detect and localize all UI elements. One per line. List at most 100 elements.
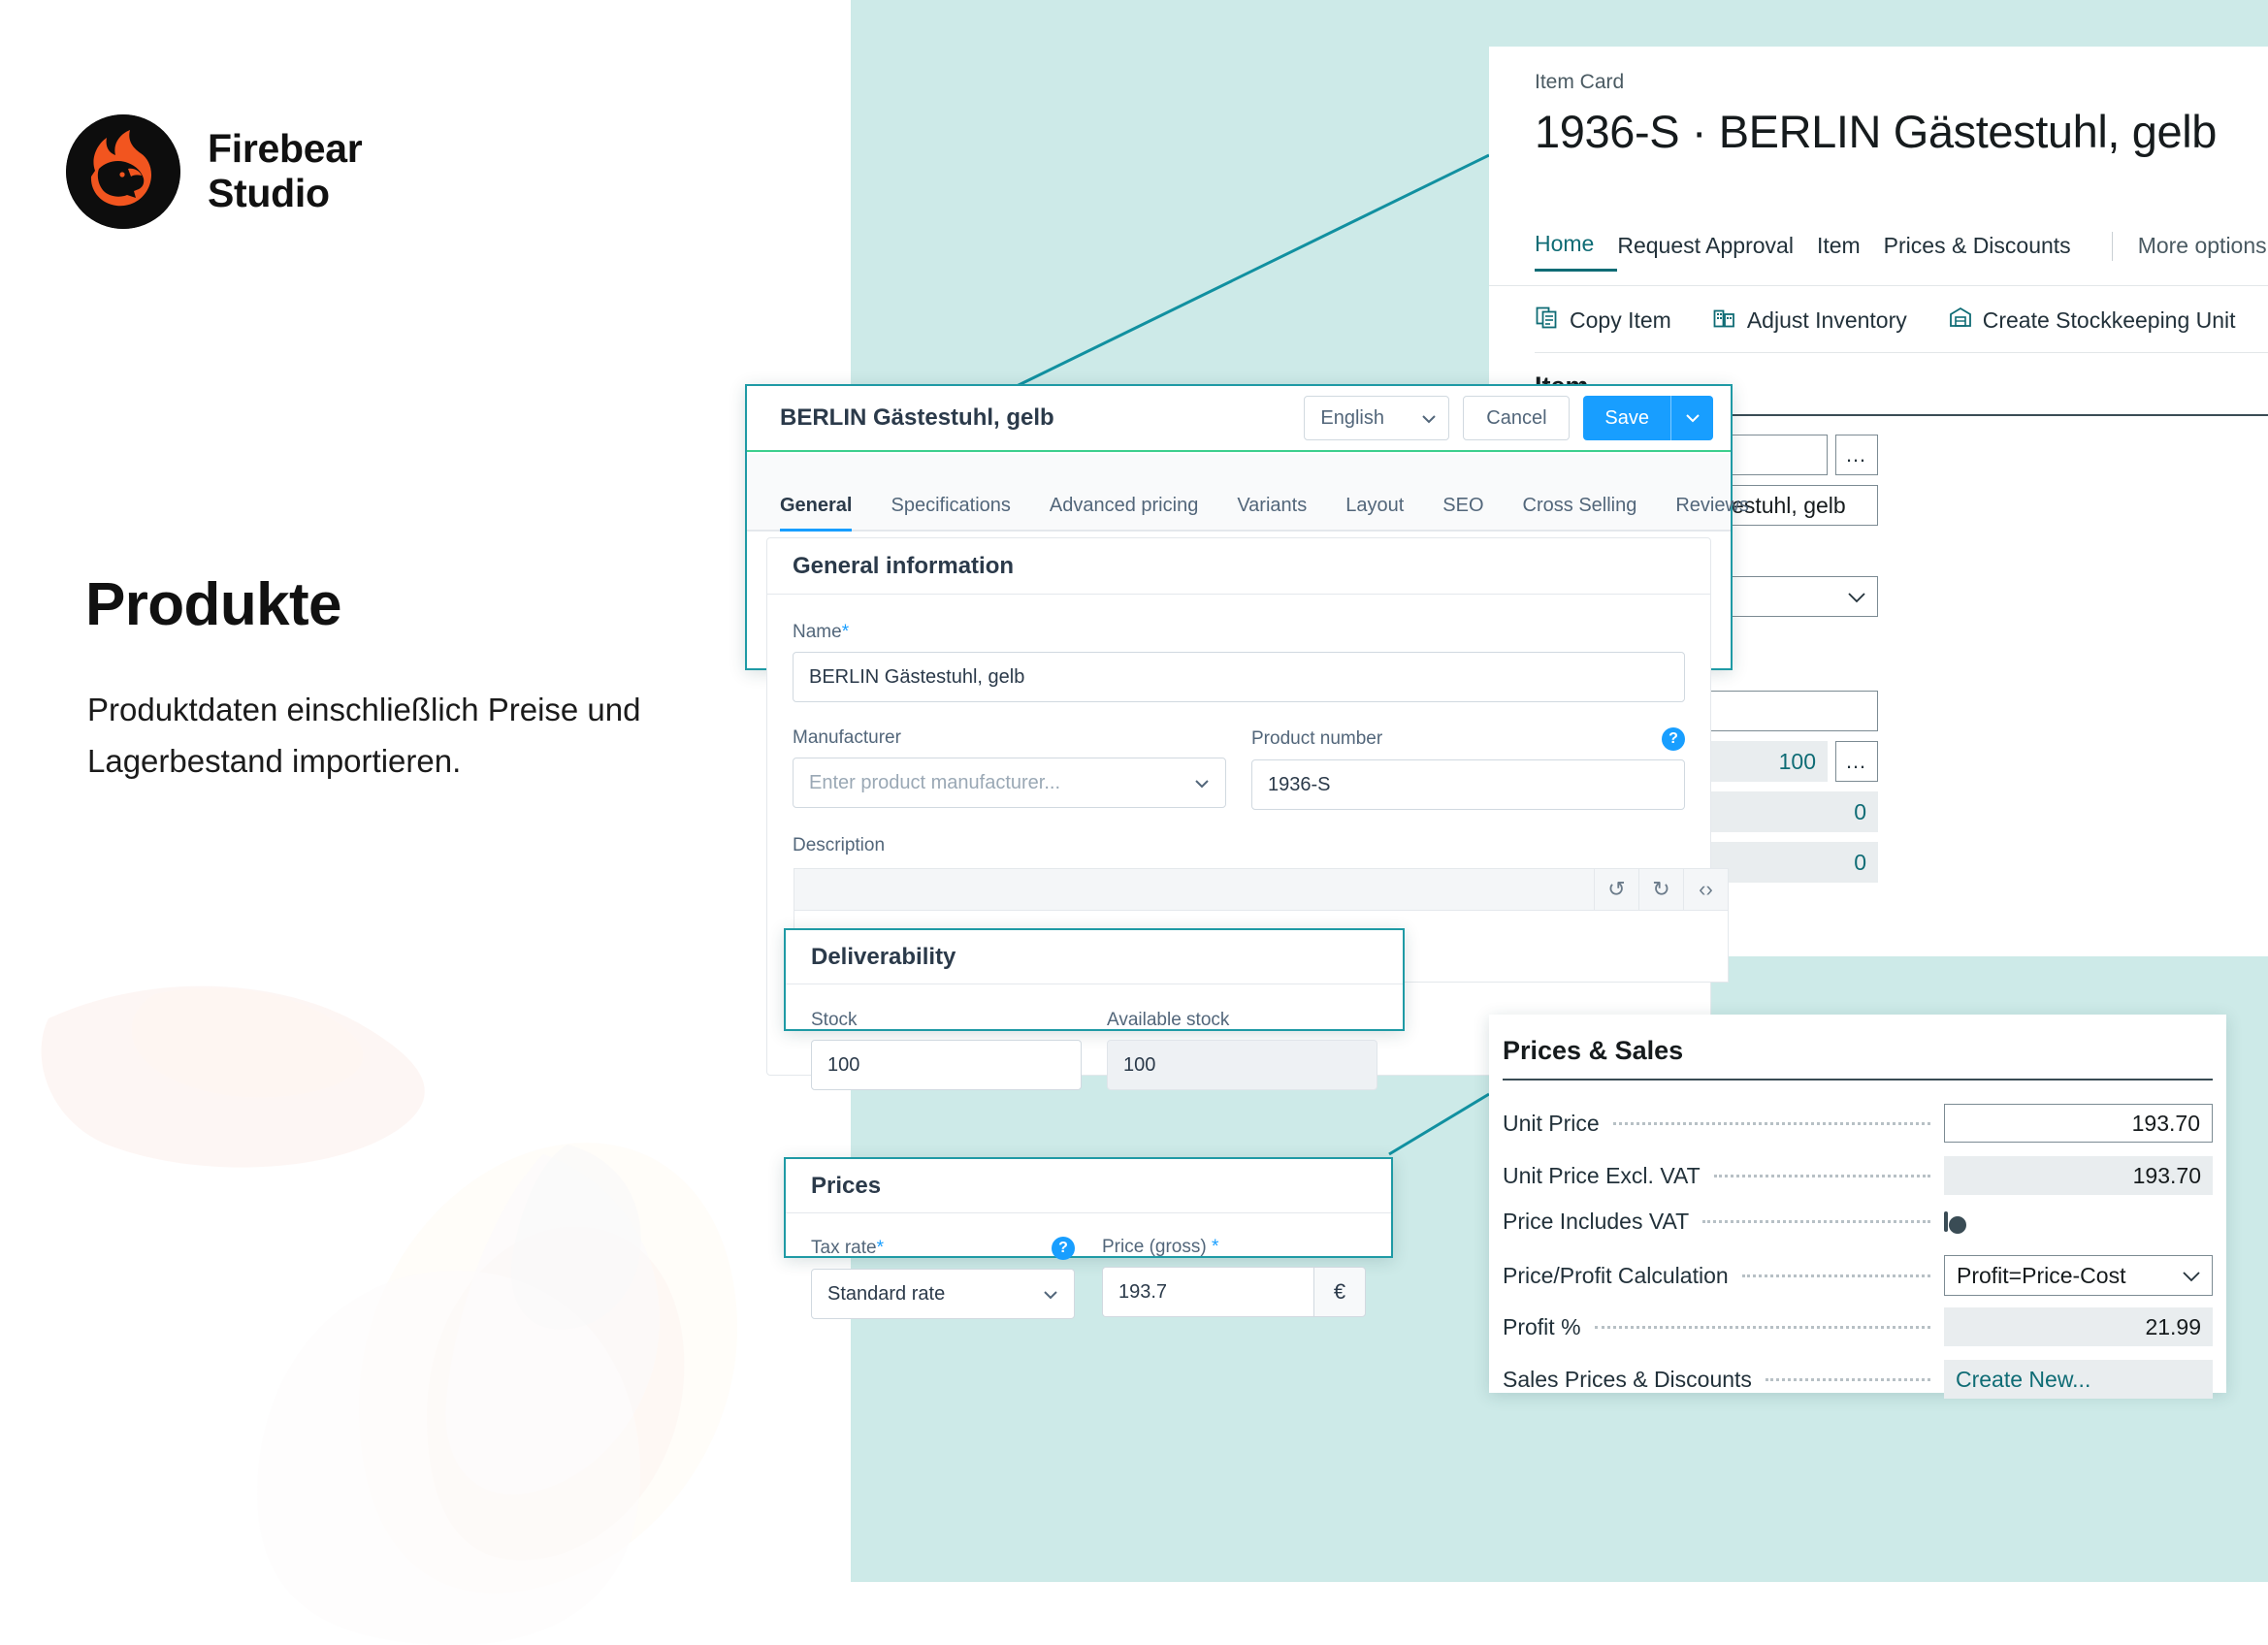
name-field-label: Name* xyxy=(793,622,1685,643)
code-view-icon[interactable]: ‹› xyxy=(1683,869,1728,910)
help-icon[interactable]: ? xyxy=(1662,727,1685,751)
tab-request-approval[interactable]: Request Approval xyxy=(1617,233,1817,271)
name-input[interactable]: BERLIN Gästestuhl, gelb xyxy=(793,652,1685,702)
row-dots xyxy=(1702,1220,1930,1223)
price-includes-vat-label: Price Includes VAT xyxy=(1503,1209,1690,1234)
sales-prices-discounts-control: Create New... xyxy=(1944,1360,2213,1399)
tab-general[interactable]: General xyxy=(780,495,853,532)
brand-name-line1: Firebear xyxy=(208,126,363,172)
brand-name-line2: Studio xyxy=(208,171,330,215)
more-options-button[interactable]: More options xyxy=(2138,233,2268,271)
breadcrumb: Item Card xyxy=(1535,71,1625,93)
row-dots xyxy=(1594,1325,1930,1329)
help-icon[interactable]: ? xyxy=(1052,1237,1075,1260)
firebear-watermark-illustration xyxy=(41,985,737,1645)
redo-icon[interactable]: ↻ xyxy=(1638,869,1683,910)
unit-price-label: Unit Price xyxy=(1503,1110,1600,1136)
tab-cross-selling[interactable]: Cross Selling xyxy=(1523,495,1637,530)
item-card-title: 1936-S · BERLIN Gästestuhl, gelb xyxy=(1535,106,2218,157)
row-unit-price-excl-vat: Unit Price Excl. VAT 193.70 xyxy=(1503,1156,2213,1195)
product-number-input[interactable]: 1936-S xyxy=(1251,759,1685,810)
profit-percent-control: 21.99 xyxy=(1944,1307,2213,1346)
shopware-product-window: BERLIN Gästestuhl, gelb English Cancel S… xyxy=(745,384,1749,1076)
chevron-down-icon xyxy=(1421,407,1437,430)
manufacturer-select[interactable]: Enter product manufacturer... xyxy=(793,758,1226,808)
deliverability-card: Deliverability Stock 100 Available stock… xyxy=(784,928,1405,1090)
adjust-inventory-icon xyxy=(1712,305,1737,336)
row-dots xyxy=(1713,1174,1930,1177)
tab-reviews[interactable]: Reviews xyxy=(1675,495,1749,530)
description-editor-toolbar: ↺ ↻ ‹› xyxy=(794,868,1729,911)
required-asterisk: * xyxy=(876,1238,884,1258)
prices-card: Prices Tax rate* ? Standard rate Price (… xyxy=(784,1157,1393,1319)
adjust-inventory-button[interactable]: Adjust Inventory xyxy=(1712,305,1907,336)
price-profit-calculation-select[interactable]: Profit=Price-Cost xyxy=(1944,1255,2213,1296)
price-profit-calculation-label: Price/Profit Calculation xyxy=(1503,1262,1729,1288)
undo-icon[interactable]: ↺ xyxy=(1594,869,1638,910)
product-number-label: Product number xyxy=(1251,728,1383,749)
tab-prices-discounts[interactable]: Prices & Discounts xyxy=(1884,233,2094,271)
item-no-lookup-button[interactable]: … xyxy=(1835,435,1878,475)
create-sku-label: Create Stockkeeping Unit xyxy=(1982,306,2236,333)
price-profit-calculation-value: Profit=Price-Cost xyxy=(1957,1262,2126,1288)
adjust-inventory-label: Adjust Inventory xyxy=(1746,306,1907,333)
cancel-button[interactable]: Cancel xyxy=(1463,396,1571,440)
copy-item-label: Copy Item xyxy=(1570,306,1671,333)
tab-specifications[interactable]: Specifications xyxy=(891,495,1010,530)
row-dots xyxy=(1612,1121,1930,1125)
tab-advanced-pricing[interactable]: Advanced pricing xyxy=(1050,495,1198,530)
create-stockkeeping-unit-button[interactable]: Create Stockkeeping Unit xyxy=(1948,305,2236,336)
price-gross-input-group: 193.7 € xyxy=(1102,1267,1366,1317)
shopware-header: BERLIN Gästestuhl, gelb English Cancel S… xyxy=(747,386,1731,452)
price-includes-vat-toggle[interactable] xyxy=(1944,1210,1948,1232)
price-gross-label: Price (gross) * xyxy=(1102,1237,1366,1258)
description-label: Description xyxy=(793,835,886,855)
shopware-product-title: BERLIN Gästestuhl, gelb xyxy=(780,404,1054,431)
toolbar-divider xyxy=(1535,352,2268,353)
product-number-label-row: Product number ? xyxy=(1251,727,1685,751)
save-dropdown-button[interactable] xyxy=(1670,396,1713,440)
stock-label: Stock xyxy=(811,1010,858,1030)
general-information-body: Name* BERLIN Gästestuhl, gelb Manufactur… xyxy=(767,595,1710,856)
manufacturer-placeholder: Enter product manufacturer... xyxy=(809,771,1061,793)
general-information-title: General information xyxy=(793,552,1015,579)
product-number-group: Product number ? 1936-S xyxy=(1251,727,1685,810)
tab-home[interactable]: Home xyxy=(1535,231,1618,272)
row-sales-prices-discounts: Sales Prices & Discounts Create New... xyxy=(1503,1360,2213,1399)
save-button[interactable]: Save xyxy=(1583,407,1670,430)
shopware-header-actions: English Cancel Save xyxy=(1304,396,1713,440)
chevron-down-icon xyxy=(1194,772,1210,794)
tab-variants[interactable]: Variants xyxy=(1237,495,1307,530)
row-price-includes-vat: Price Includes VAT xyxy=(1503,1209,2213,1235)
manufacturer-group: Manufacturer Enter product manufacturer.… xyxy=(793,727,1226,810)
sales-prices-discounts-label: Sales Prices & Discounts xyxy=(1503,1366,1752,1392)
deliverability-body: Stock 100 Available stock 100 xyxy=(786,984,1403,1090)
price-gross-group: Price (gross) * 193.7 € xyxy=(1102,1237,1366,1319)
item-card-tabbar: Home Request Approval Item Prices & Disc… xyxy=(1535,231,2268,272)
tab-seo[interactable]: SEO xyxy=(1442,495,1483,530)
row-price-profit-calculation: Price/Profit Calculation Profit=Price-Co… xyxy=(1503,1255,2213,1296)
prices-body: Tax rate* ? Standard rate Price (gross) … xyxy=(786,1213,1391,1319)
tax-rate-value: Standard rate xyxy=(827,1282,946,1305)
prices-and-sales-rule xyxy=(1503,1079,2213,1081)
language-select[interactable]: English xyxy=(1304,396,1450,440)
row-profit-percent: Profit % 21.99 xyxy=(1503,1307,2213,1346)
price-gross-input[interactable]: 193.7 xyxy=(1102,1267,1313,1317)
tab-item[interactable]: Item xyxy=(1817,233,1884,271)
price-gross-label-text: Price (gross) xyxy=(1102,1237,1207,1257)
stock-input[interactable]: 100 xyxy=(811,1040,1082,1090)
brand-lockup: Firebear Studio xyxy=(66,114,363,229)
create-new-link[interactable]: Create New... xyxy=(1944,1360,2213,1399)
manufacturer-product-number-row: Manufacturer Enter product manufacturer.… xyxy=(793,727,1685,810)
required-asterisk: * xyxy=(841,622,850,642)
general-information-header: General information xyxy=(767,538,1710,595)
shopware-tabbar: General Specifications Advanced pricing … xyxy=(747,454,1749,532)
tax-rate-select[interactable]: Standard rate xyxy=(811,1269,1075,1319)
copy-item-button[interactable]: Copy Item xyxy=(1535,305,1671,336)
profit-percent-value: 21.99 xyxy=(1944,1307,2213,1346)
unit-price-input[interactable]: 193.70 xyxy=(1944,1104,2213,1143)
available-stock-group: Available stock 100 xyxy=(1107,1010,1377,1090)
item-qty-drilldown-button[interactable]: … xyxy=(1835,741,1878,782)
chevron-down-icon xyxy=(2181,1263,2202,1289)
tab-layout[interactable]: Layout xyxy=(1345,495,1404,530)
